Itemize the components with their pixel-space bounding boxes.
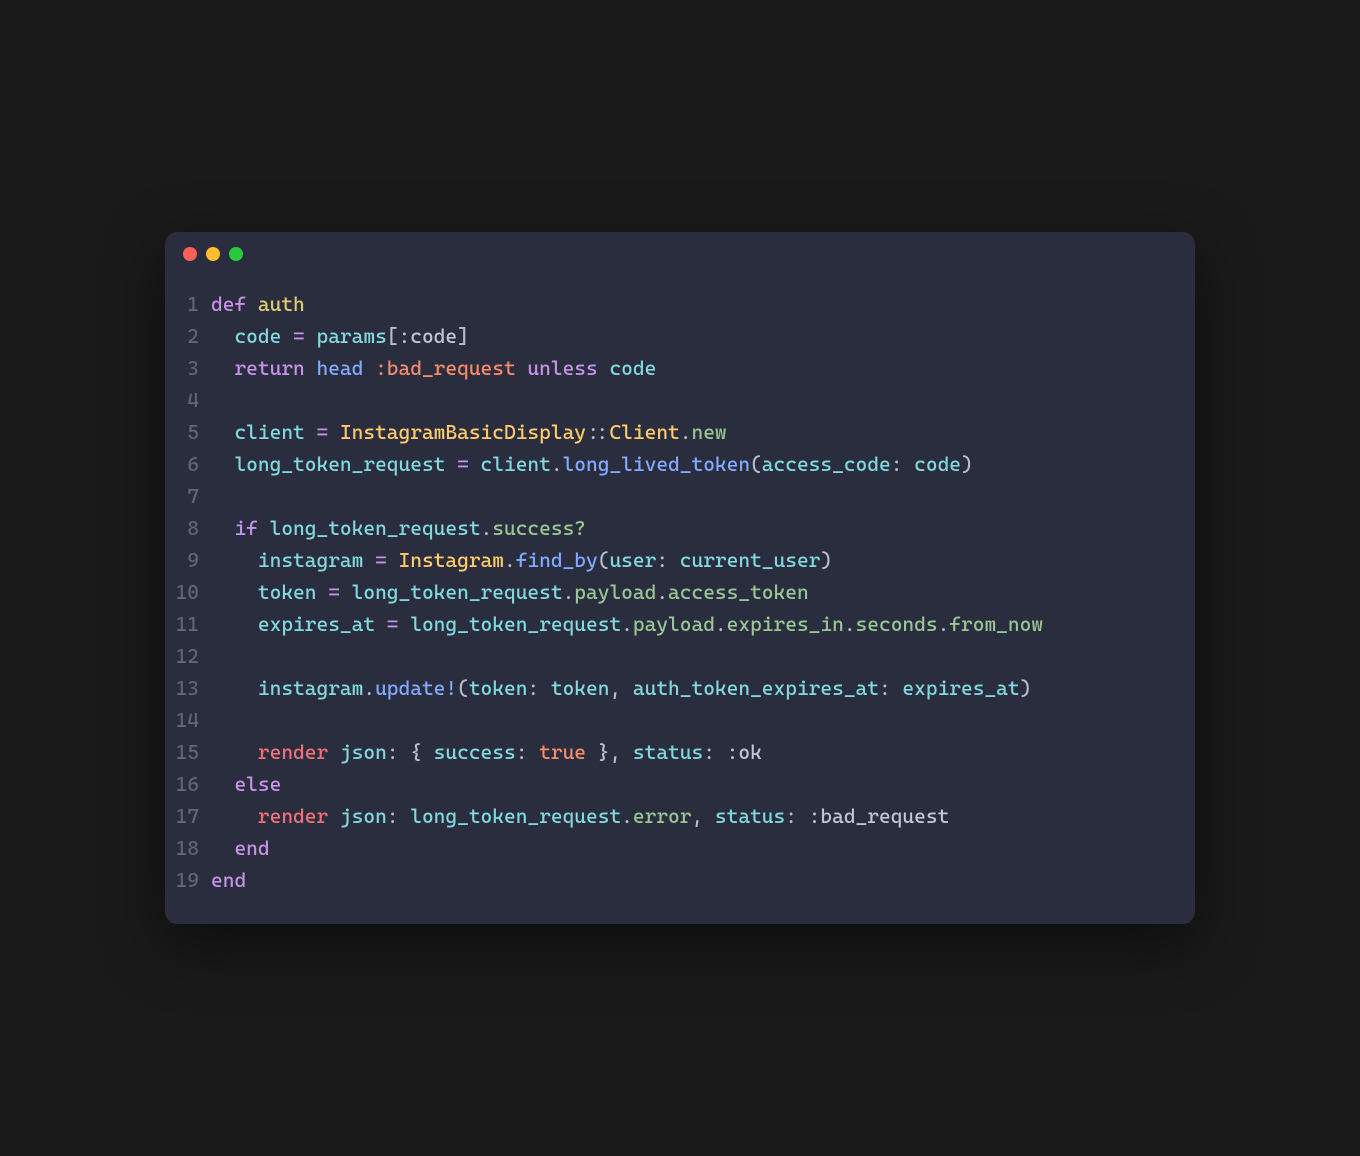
line-number: 11 (173, 608, 211, 640)
code-content[interactable]: long_token_request = client.long_lived_t… (211, 448, 1175, 480)
code-line[interactable]: 5 client = InstagramBasicDisplay::Client… (173, 416, 1175, 448)
code-line[interactable]: 19end (173, 864, 1175, 896)
code-line[interactable]: 12 (173, 640, 1175, 672)
line-number: 5 (173, 416, 211, 448)
line-number: 10 (173, 576, 211, 608)
code-content[interactable]: if long_token_request.success? (211, 512, 1175, 544)
code-content[interactable]: token = long_token_request.payload.acces… (211, 576, 1175, 608)
code-content[interactable]: return head :bad_request unless code (211, 352, 1175, 384)
code-content[interactable]: client = InstagramBasicDisplay::Client.n… (211, 416, 1175, 448)
code-content[interactable] (211, 640, 1175, 672)
line-number: 15 (173, 736, 211, 768)
line-number: 8 (173, 512, 211, 544)
code-content[interactable]: end (211, 832, 1175, 864)
window-titlebar (165, 232, 1195, 276)
line-number: 3 (173, 352, 211, 384)
code-content[interactable]: expires_at = long_token_request.payload.… (211, 608, 1175, 640)
line-number: 4 (173, 384, 211, 416)
minimize-icon[interactable] (206, 247, 220, 261)
code-line[interactable]: 13 instagram.update!(token: token, auth_… (173, 672, 1175, 704)
code-line[interactable]: 15 render json: { success: true }, statu… (173, 736, 1175, 768)
code-content[interactable]: code = params[:code] (211, 320, 1175, 352)
line-number: 14 (173, 704, 211, 736)
code-line[interactable]: 16 else (173, 768, 1175, 800)
code-content[interactable] (211, 384, 1175, 416)
zoom-icon[interactable] (229, 247, 243, 261)
close-icon[interactable] (183, 247, 197, 261)
line-number: 1 (173, 288, 211, 320)
code-content[interactable]: render json: { success: true }, status: … (211, 736, 1175, 768)
code-content[interactable]: def auth (211, 288, 1175, 320)
code-content[interactable] (211, 704, 1175, 736)
line-number: 2 (173, 320, 211, 352)
line-number: 7 (173, 480, 211, 512)
line-number: 9 (173, 544, 211, 576)
code-line[interactable]: 9 instagram = Instagram.find_by(user: cu… (173, 544, 1175, 576)
line-number: 6 (173, 448, 211, 480)
line-number: 12 (173, 640, 211, 672)
code-editor-window: 1def auth2 code = params[:code]3 return … (165, 232, 1195, 924)
code-content[interactable]: instagram.update!(token: token, auth_tok… (211, 672, 1175, 704)
code-line[interactable]: 14 (173, 704, 1175, 736)
code-line[interactable]: 2 code = params[:code] (173, 320, 1175, 352)
code-line[interactable]: 6 long_token_request = client.long_lived… (173, 448, 1175, 480)
code-line[interactable]: 7 (173, 480, 1175, 512)
code-line[interactable]: 3 return head :bad_request unless code (173, 352, 1175, 384)
code-content[interactable]: instagram = Instagram.find_by(user: curr… (211, 544, 1175, 576)
line-number: 13 (173, 672, 211, 704)
code-line[interactable]: 8 if long_token_request.success? (173, 512, 1175, 544)
code-content[interactable]: else (211, 768, 1175, 800)
code-content[interactable]: end (211, 864, 1175, 896)
code-line[interactable]: 4 (173, 384, 1175, 416)
code-line[interactable]: 10 token = long_token_request.payload.ac… (173, 576, 1175, 608)
line-number: 18 (173, 832, 211, 864)
code-content[interactable] (211, 480, 1175, 512)
line-number: 16 (173, 768, 211, 800)
code-line[interactable]: 18 end (173, 832, 1175, 864)
code-content[interactable]: render json: long_token_request.error, s… (211, 800, 1175, 832)
code-line[interactable]: 1def auth (173, 288, 1175, 320)
code-line[interactable]: 17 render json: long_token_request.error… (173, 800, 1175, 832)
code-line[interactable]: 11 expires_at = long_token_request.paylo… (173, 608, 1175, 640)
line-number: 17 (173, 800, 211, 832)
line-number: 19 (173, 864, 211, 896)
code-area[interactable]: 1def auth2 code = params[:code]3 return … (165, 276, 1195, 924)
